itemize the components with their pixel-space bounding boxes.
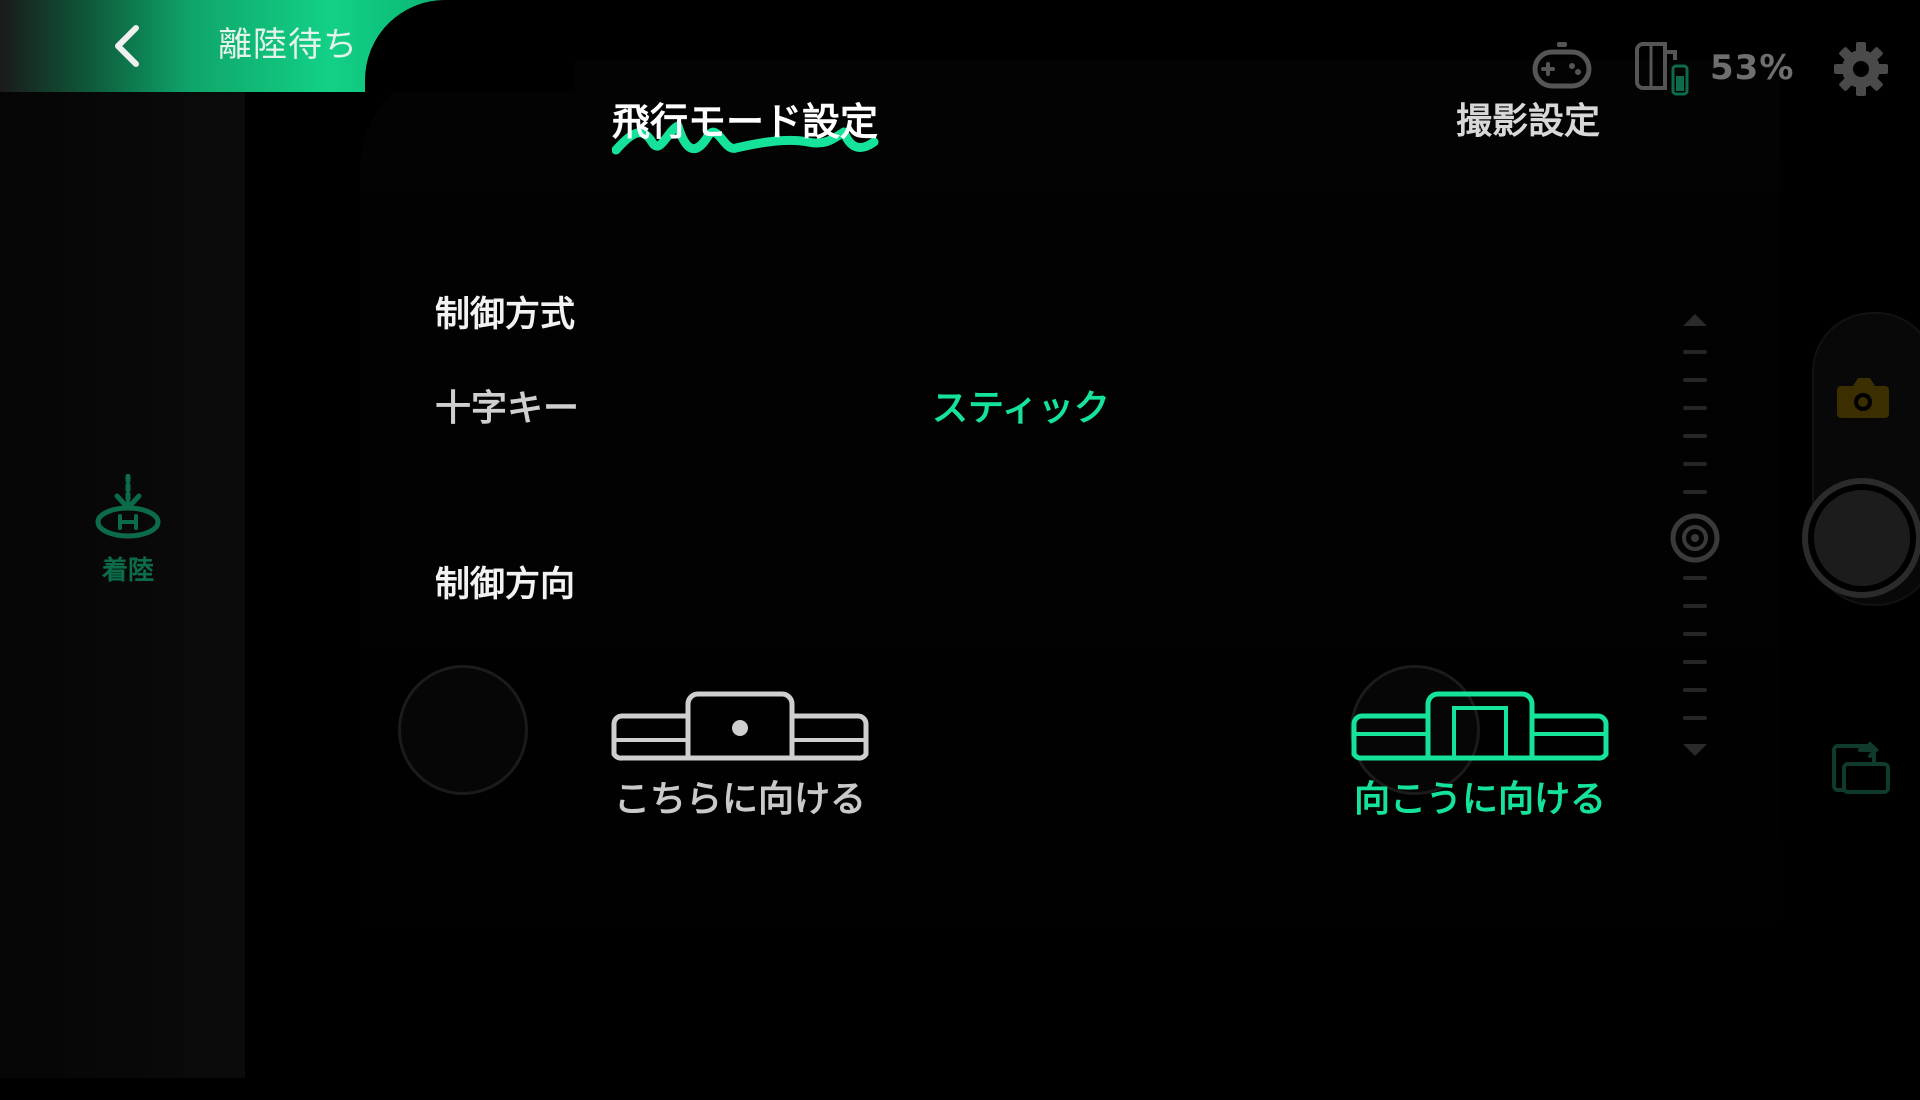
gallery-icon[interactable] bbox=[1830, 738, 1892, 796]
chevron-left-icon bbox=[115, 25, 139, 67]
gamepad-icon bbox=[1532, 42, 1592, 89]
away-label: 向こうに向ける bbox=[1353, 779, 1606, 820]
control-direction-away-option[interactable]: 向こうに向ける bbox=[1335, 680, 1625, 830]
tab-camera-settings[interactable]: 撮影設定 bbox=[1456, 96, 1600, 148]
landing-button[interactable]: 着陸 bbox=[86, 474, 170, 590]
toward-label: こちらに向ける bbox=[613, 779, 866, 820]
battery-percent: 53% bbox=[1710, 48, 1795, 88]
control-direction-toward-option[interactable]: こちらに向ける bbox=[595, 680, 885, 830]
flight-status-text: 離陸待ち bbox=[218, 25, 358, 65]
camera-icon[interactable] bbox=[1835, 372, 1891, 424]
drone-back-facing-icon bbox=[1351, 691, 1609, 761]
zoom-up-arrow bbox=[1683, 314, 1707, 326]
tab-flight-mode-settings[interactable]: 飛行モード設定 bbox=[612, 96, 878, 148]
back-button[interactable] bbox=[100, 18, 156, 74]
control-method-title: 制御方式 bbox=[435, 295, 576, 335]
control-direction-title: 制御方向 bbox=[435, 565, 576, 605]
zoom-down-arrow bbox=[1683, 744, 1707, 756]
control-method-dpad-option[interactable]: 十字キー bbox=[435, 384, 579, 434]
battery-icon bbox=[1635, 42, 1689, 96]
landing-icon bbox=[95, 474, 161, 539]
control-method-stick-option[interactable]: スティック bbox=[932, 384, 1110, 434]
drone-front-facing-icon bbox=[611, 691, 869, 761]
landing-label: 着陸 bbox=[101, 556, 154, 586]
joystick-ghost-left bbox=[398, 665, 528, 795]
shutter-button[interactable] bbox=[1802, 478, 1920, 598]
gear-icon[interactable] bbox=[1832, 40, 1890, 98]
zoom-slider[interactable] bbox=[1670, 300, 1720, 770]
shutter-inner bbox=[1814, 490, 1910, 586]
